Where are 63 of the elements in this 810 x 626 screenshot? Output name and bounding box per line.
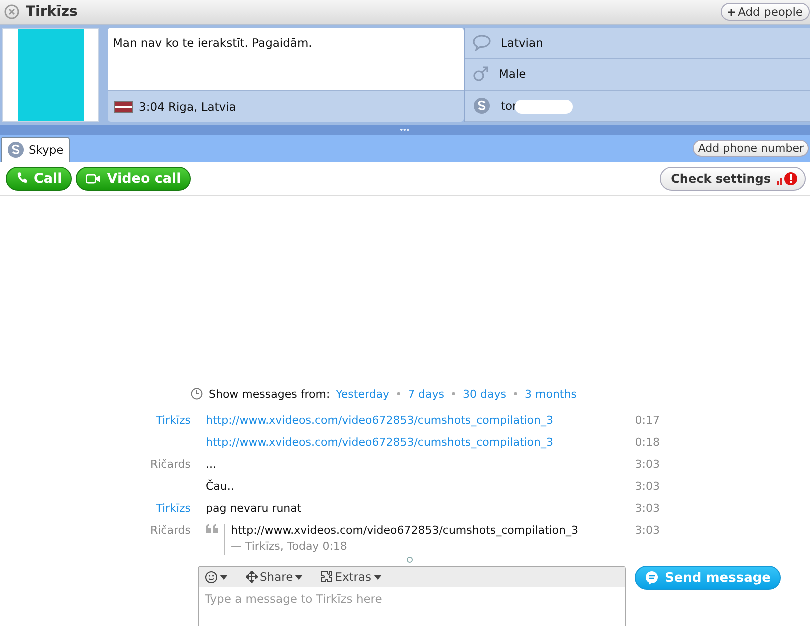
caret-icon: [220, 574, 228, 580]
history-range-link[interactable]: 3 months: [525, 388, 577, 400]
local-time-location: 3:04 Riga, Latvia: [139, 100, 236, 114]
sender-name: Ričards: [149, 457, 191, 471]
separator-dot: •: [512, 388, 519, 400]
smiley-icon: [205, 570, 218, 584]
caret-icon: [374, 574, 382, 580]
quoted-message: http://www.xvideos.com/video672853/cumshots_compilation_3: [231, 524, 579, 537]
quote-mark-icon: [206, 524, 218, 533]
history-range-link[interactable]: Yesterday: [336, 388, 390, 400]
phone-icon: [16, 172, 28, 185]
warning-icon: [777, 170, 799, 186]
close-icon[interactable]: [4, 4, 20, 20]
message-text: ...: [206, 457, 218, 471]
male-symbol-icon: [473, 66, 489, 82]
skype-logo-icon: [7, 141, 25, 159]
share-menu[interactable]: Share: [246, 570, 304, 584]
profile-detail: Male: [499, 67, 526, 82]
window-title: Tirkīzs: [26, 4, 79, 20]
message-time: 3:03: [634, 501, 661, 515]
profile-detail: Latvian: [501, 36, 544, 50]
separator-dot: •: [450, 388, 458, 400]
profile-detail: tor: [501, 98, 518, 113]
add-people-button[interactable]: Add people: [721, 3, 810, 21]
history-range-link[interactable]: 7 days: [408, 388, 445, 400]
sender-name: Ričards: [149, 523, 191, 537]
tab[interactable]: Skype: [1, 137, 70, 162]
send-message-button[interactable]: Send message: [635, 566, 781, 590]
message-link[interactable]: http://www.xvideos.com/video672853/cumshots_compilation_3: [206, 432, 595, 449]
message-time: 0:18: [634, 435, 661, 449]
history-label: Show messages from:: [209, 388, 330, 400]
check-settings-button[interactable]: Check settings: [660, 166, 806, 190]
separator-dot: •: [396, 388, 402, 400]
add-phone-number-button[interactable]: Add phone number: [693, 140, 809, 157]
message-text: pag nevaru runat: [206, 501, 303, 515]
plus-icon: [728, 8, 736, 16]
video-camera-icon: [86, 174, 102, 184]
message-time: 3:03: [634, 479, 661, 493]
caret-icon: [295, 574, 304, 580]
resize-handle-icon[interactable]: [407, 557, 413, 563]
message-time: 3:03: [634, 457, 661, 471]
history-range-link[interactable]: 30 days: [463, 388, 506, 400]
emoticon-button[interactable]: [205, 570, 228, 584]
skype-logo-icon: [473, 96, 491, 115]
extras-menu[interactable]: Extras: [321, 570, 382, 584]
message-time: 0:17: [634, 413, 661, 427]
move-arrows-icon: [246, 571, 258, 583]
speech-bubble-icon: [645, 571, 659, 585]
video-call-button[interactable]: Video call: [76, 166, 192, 190]
message-time: 3:03: [634, 523, 661, 537]
clock-icon: [191, 388, 203, 400]
message-field[interactable]: Share Extras Type a message to Tirkīzs here: [198, 566, 626, 626]
speech-bubble-icon: [473, 35, 491, 52]
quote-attribution: — Tirkīzs, Today 0:18: [231, 540, 348, 553]
puzzle-icon: [321, 571, 334, 583]
message-text: Čau..: [206, 478, 236, 493]
flag-icon: [114, 100, 133, 112]
sender-name: Tirkīzs: [155, 501, 191, 515]
mood-message: Man nav ko te ierakstīt. Pagaidām.: [108, 28, 464, 90]
redaction-mark: [515, 100, 573, 114]
sender-name: Tirkīzs: [155, 413, 191, 427]
message-link[interactable]: http://www.xvideos.com/video672853/cumshots_compilation_3: [206, 410, 595, 427]
call-button[interactable]: Call: [6, 166, 72, 190]
